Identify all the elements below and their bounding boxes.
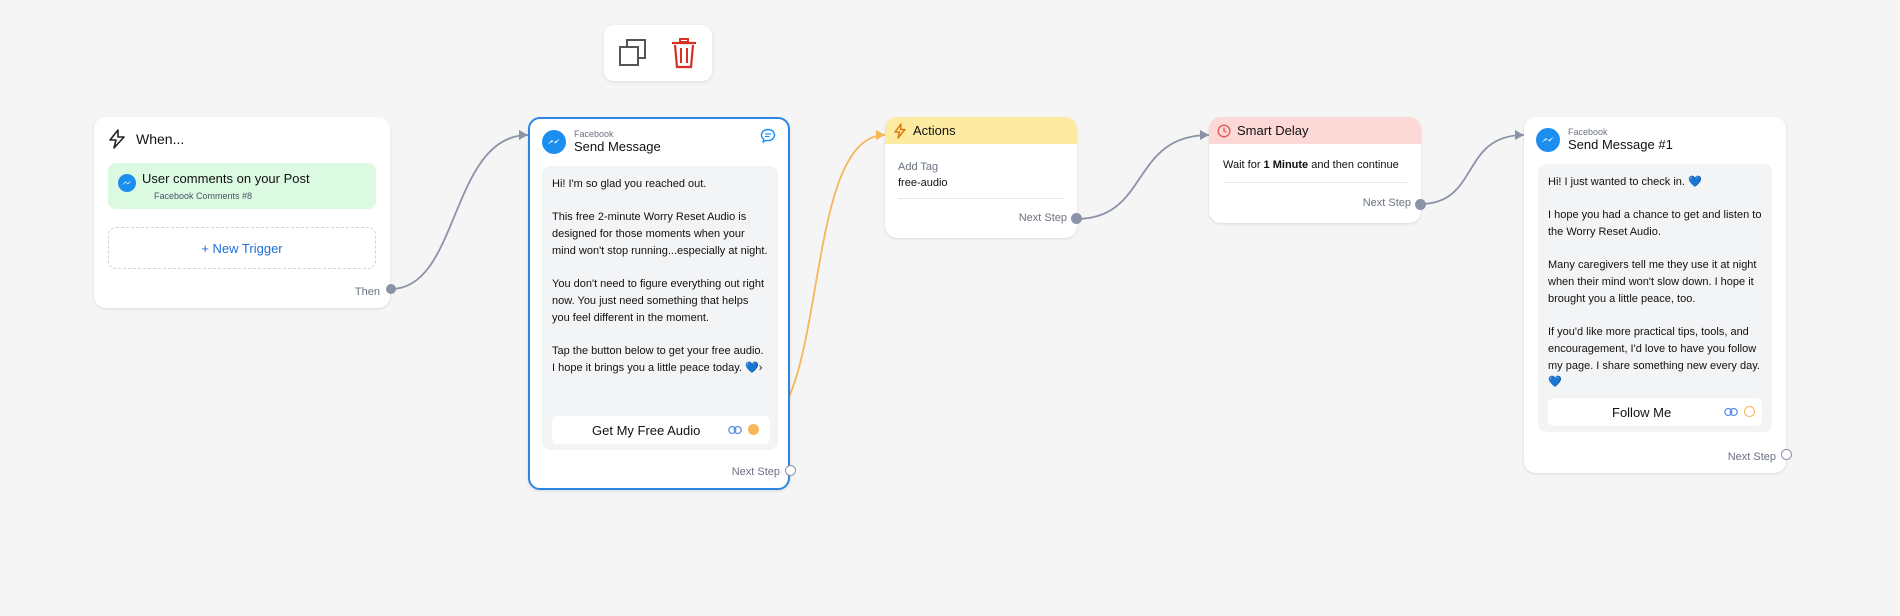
actions-title: Actions bbox=[913, 123, 956, 138]
next-step-label: Next Step bbox=[731, 466, 780, 478]
send-message-output-handle[interactable] bbox=[785, 465, 796, 476]
message-paragraph: If you'd like more practical tips, tools… bbox=[1548, 326, 1760, 389]
message-paragraph: Tap the button below to get your free au… bbox=[552, 344, 764, 374]
next-step-label: Next Step bbox=[1362, 197, 1411, 209]
smart-delay-title: Smart Delay bbox=[1237, 123, 1309, 138]
lightning-icon bbox=[894, 122, 906, 139]
message-bubble[interactable]: Hi! I just wanted to check in. 💙 I hope … bbox=[1538, 164, 1772, 432]
copy-icon bbox=[619, 39, 646, 66]
link-icon[interactable] bbox=[1724, 407, 1738, 417]
message-paragraph: Many caregivers tell me they use it at n… bbox=[1548, 259, 1757, 305]
delete-button[interactable] bbox=[667, 36, 701, 70]
new-trigger-button[interactable]: + New Trigger bbox=[108, 227, 376, 269]
smart-delay-output-handle[interactable] bbox=[1415, 199, 1426, 210]
message-paragraph: Hi! I'm so glad you reached out. bbox=[552, 178, 707, 190]
actions-header: Actions bbox=[885, 117, 1077, 144]
tag-value: free-audio bbox=[898, 177, 948, 189]
lightning-icon bbox=[109, 129, 125, 149]
delay-text-after: and then continue bbox=[1308, 159, 1399, 171]
platform-label: Facebook bbox=[1568, 127, 1608, 137]
send-message-title: Send Message bbox=[574, 139, 661, 154]
divider bbox=[898, 198, 1064, 199]
wire-delay-to-send2 bbox=[1419, 134, 1525, 205]
actions-output-handle[interactable] bbox=[1071, 213, 1082, 224]
next-step-label: Next Step bbox=[1727, 451, 1776, 463]
message-paragraph: Hi! I just wanted to check in. 💙 bbox=[1548, 176, 1702, 188]
trigger-output-handle[interactable] bbox=[386, 284, 396, 294]
message-button-row[interactable]: Get My Free Audio bbox=[552, 416, 770, 444]
delay-text-before: Wait for bbox=[1223, 159, 1264, 171]
messenger-icon bbox=[1536, 127, 1560, 152]
smart-delay-node[interactable]: Smart Delay Wait for 1 Minute and then c… bbox=[1209, 117, 1421, 223]
trigger-header: When... bbox=[108, 129, 184, 149]
message-paragraph: I hope you had a chance to get and liste… bbox=[1548, 209, 1762, 239]
add-tag-label: Add Tag bbox=[898, 161, 939, 173]
messenger-icon bbox=[118, 174, 136, 192]
delay-duration: 1 Minute bbox=[1263, 159, 1309, 171]
message-button-row[interactable]: Follow Me bbox=[1548, 398, 1762, 426]
trigger-item-title: User comments on your Post bbox=[142, 171, 310, 186]
trigger-title: When... bbox=[136, 131, 185, 147]
clock-icon bbox=[1217, 123, 1231, 138]
send-message-node[interactable]: Facebook Send Message Hi! I'm so glad yo… bbox=[528, 117, 790, 490]
send-message-1-title: Send Message #1 bbox=[1568, 137, 1673, 152]
messenger-icon bbox=[542, 129, 566, 154]
smart-delay-header: Smart Delay bbox=[1209, 117, 1421, 144]
platform-label: Facebook bbox=[574, 129, 614, 139]
send-message-1-output-handle[interactable] bbox=[1781, 449, 1792, 460]
button-output-handle[interactable] bbox=[1744, 406, 1755, 417]
send-message-header: Facebook Send Message bbox=[542, 129, 661, 154]
link-icon[interactable] bbox=[728, 425, 742, 435]
trigger-item-subtitle: Facebook Comments #8 bbox=[154, 191, 253, 201]
flow-canvas[interactable]: When... User comments on your Post Faceb… bbox=[0, 0, 1900, 616]
trigger-item[interactable]: User comments on your Post Facebook Comm… bbox=[108, 163, 376, 209]
divider bbox=[1223, 182, 1407, 183]
message-paragraph: This free 2-minute Worry Reset Audio is … bbox=[552, 211, 768, 257]
get-audio-button-label: Get My Free Audio bbox=[592, 423, 701, 438]
message-paragraph: You don't need to figure everything out … bbox=[552, 278, 765, 324]
trash-icon bbox=[672, 38, 696, 69]
delay-description: Wait for 1 Minute and then continue bbox=[1223, 159, 1399, 171]
button-output-handle[interactable] bbox=[748, 424, 759, 435]
node-toolbar bbox=[604, 25, 712, 81]
message-bubble[interactable]: Hi! I'm so glad you reached out. This fr… bbox=[542, 166, 778, 450]
next-step-label: Next Step bbox=[1018, 212, 1067, 224]
actions-node[interactable]: Actions Add Tag free-audio Next Step bbox=[885, 117, 1077, 238]
follow-me-button-label: Follow Me bbox=[1612, 405, 1672, 420]
then-label: Then bbox=[354, 286, 380, 298]
send-message-1-node[interactable]: Facebook Send Message #1 Hi! I just want… bbox=[1524, 117, 1786, 473]
wire-actions-to-delay bbox=[1075, 134, 1210, 220]
duplicate-button[interactable] bbox=[616, 36, 650, 70]
send-message-1-header: Facebook Send Message #1 bbox=[1536, 127, 1673, 152]
wire-trigger-to-send1 bbox=[390, 134, 529, 290]
chat-bubble-icon[interactable] bbox=[760, 128, 776, 144]
trigger-node[interactable]: When... User comments on your Post Faceb… bbox=[94, 117, 390, 308]
